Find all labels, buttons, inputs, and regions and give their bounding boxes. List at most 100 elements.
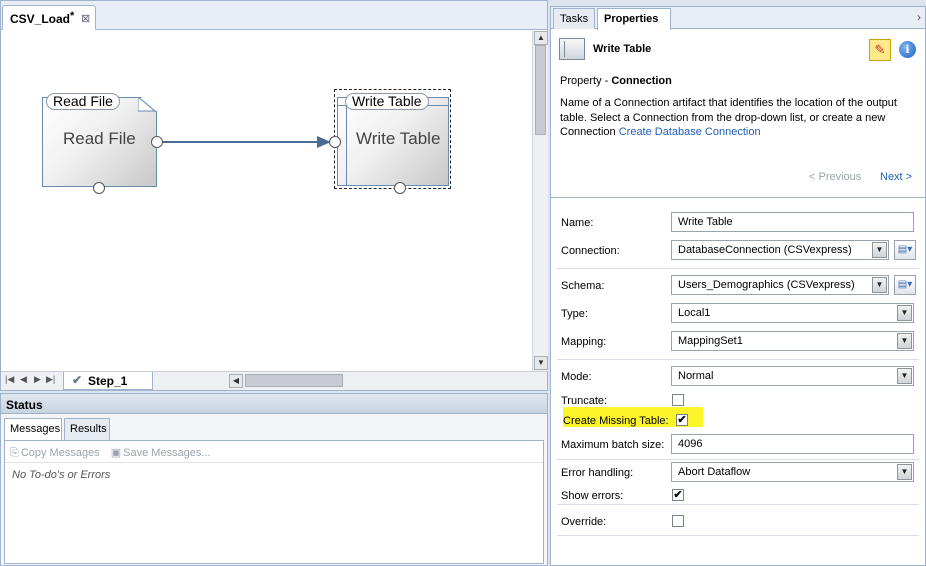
editor-tabbar: CSV_Load* ⊠ bbox=[1, 1, 547, 30]
canvas-vertical-scrollbar[interactable]: ▲ ▼ bbox=[532, 31, 548, 371]
canvas-horizontal-scrollbar[interactable]: ◀ bbox=[229, 373, 547, 389]
mapping-row: Mapping: MappingSet1 ▼ bbox=[561, 331, 916, 355]
mapping-select[interactable]: MappingSet1 ▼ bbox=[671, 331, 914, 351]
write-table-bottom-port[interactable] bbox=[394, 182, 406, 194]
next-step-icon[interactable]: ▶ bbox=[34, 374, 41, 385]
status-message: No To-do's or Errors bbox=[12, 469, 111, 481]
prev-step-icon[interactable]: ◀ bbox=[20, 374, 27, 385]
chevron-down-icon[interactable]: ▼ bbox=[897, 333, 912, 349]
name-field[interactable]: Write Table bbox=[671, 212, 914, 232]
chevron-down-icon[interactable]: ▼ bbox=[897, 464, 912, 480]
read-file-output-port[interactable] bbox=[151, 136, 163, 148]
table-icon bbox=[559, 38, 585, 60]
chevron-down-icon[interactable]: ▼ bbox=[897, 368, 912, 384]
write-table-stripe bbox=[346, 97, 347, 186]
dirty-marker: * bbox=[70, 10, 75, 22]
save-icon: ▣ bbox=[110, 447, 122, 459]
editor-panel: CSV_Load* ⊠ Read File Read File Write Ta… bbox=[0, 0, 548, 391]
tab-properties[interactable]: Properties bbox=[597, 8, 671, 30]
editor-tab-label: CSV_Load bbox=[10, 12, 71, 26]
property-prefix: Property - bbox=[560, 75, 612, 87]
max-batch-size-field[interactable]: 4096 bbox=[671, 434, 914, 454]
tab-results[interactable]: Results bbox=[64, 418, 110, 440]
override-row: Override: bbox=[561, 511, 916, 535]
truncate-label: Truncate: bbox=[561, 395, 608, 407]
save-messages-label: Save Messages... bbox=[123, 447, 211, 459]
scroll-thumb[interactable] bbox=[535, 45, 546, 135]
connection-row: Connection: DatabaseConnection (CSVexpre… bbox=[561, 240, 916, 264]
mode-label: Mode: bbox=[561, 371, 592, 383]
schema-value: Users_Demographics (CSVexpress) bbox=[678, 279, 855, 291]
scroll-down-arrow[interactable]: ▼ bbox=[534, 356, 548, 370]
property-help: Write Table ✎ i Property - Connection Na… bbox=[551, 30, 925, 198]
chevron-down-icon[interactable]: ▼ bbox=[872, 277, 887, 293]
mode-row: Mode: Normal ▼ bbox=[561, 366, 916, 390]
mode-select[interactable]: Normal ▼ bbox=[671, 366, 914, 386]
editor-tab-csv-load[interactable]: CSV_Load* ⊠ bbox=[2, 5, 96, 30]
create-missing-table-checkbox[interactable]: ✔ bbox=[676, 414, 688, 426]
previous-link[interactable]: < Previous bbox=[809, 171, 861, 183]
type-label: Type: bbox=[561, 308, 588, 320]
name-row: Name: Write Table bbox=[561, 212, 916, 236]
show-errors-checkbox[interactable]: ✔ bbox=[672, 489, 684, 501]
override-checkbox[interactable] bbox=[672, 515, 684, 527]
copy-messages-button[interactable]: ⎘ Copy Messages bbox=[10, 447, 100, 460]
schema-row: Schema: Users_Demographics (CSVexpress) … bbox=[561, 275, 916, 299]
error-handling-row: Error handling: Abort Dataflow ▼ bbox=[561, 462, 916, 486]
next-link[interactable]: Next > bbox=[880, 171, 912, 183]
chevron-right-icon[interactable]: › bbox=[917, 10, 921, 24]
write-table-node-title: Write Table bbox=[345, 93, 429, 110]
properties-panel: Tasks Properties › Write Table ✎ i Prope… bbox=[550, 6, 926, 566]
connection-select[interactable]: DatabaseConnection (CSVexpress) ▼ bbox=[671, 240, 889, 260]
component-title: Write Table bbox=[593, 43, 652, 55]
error-handling-select[interactable]: Abort Dataflow ▼ bbox=[671, 462, 914, 482]
read-file-bottom-port[interactable] bbox=[93, 182, 105, 194]
scroll-left-arrow[interactable]: ◀ bbox=[229, 374, 243, 388]
tab-messages[interactable]: Messages bbox=[4, 418, 62, 441]
scroll-up-arrow[interactable]: ▲ bbox=[534, 31, 548, 45]
copy-messages-label: Copy Messages bbox=[20, 447, 100, 459]
max-batch-size-row: Maximum batch size: 4096 bbox=[561, 434, 916, 458]
close-icon[interactable]: ⊠ bbox=[81, 12, 90, 25]
last-step-icon[interactable]: ▶| bbox=[46, 374, 55, 385]
schema-select[interactable]: Users_Demographics (CSVexpress) ▼ bbox=[671, 275, 889, 295]
type-select[interactable]: Local1 ▼ bbox=[671, 303, 914, 323]
write-table-input-port[interactable] bbox=[329, 136, 341, 148]
chevron-down-icon[interactable]: ▼ bbox=[872, 242, 887, 258]
schema-label: Schema: bbox=[561, 280, 605, 292]
property-name: Connection bbox=[611, 75, 672, 87]
dataflow-canvas[interactable]: Read File Read File Write Table Write Ta… bbox=[1, 31, 531, 371]
max-batch-size-label: Maximum batch size: bbox=[561, 439, 665, 451]
chevron-down-icon[interactable]: ▼ bbox=[897, 305, 912, 321]
mapping-label: Mapping: bbox=[561, 336, 607, 348]
type-value: Local1 bbox=[678, 307, 711, 319]
page-fold-icon bbox=[138, 97, 157, 113]
wizard-button[interactable]: ✎ bbox=[869, 39, 891, 61]
properties-tabbar: Tasks Properties › bbox=[551, 7, 925, 30]
connection-options-button[interactable]: ▤▾ bbox=[894, 240, 916, 260]
messages-pane: ⎘ Copy Messages ▣ Save Messages... No To-d… bbox=[4, 440, 544, 564]
schema-options-button[interactable]: ▤▾ bbox=[894, 275, 916, 295]
mapping-value: MappingSet1 bbox=[678, 335, 743, 347]
hscroll-thumb[interactable] bbox=[245, 374, 343, 387]
read-file-node-label: Read File bbox=[63, 129, 136, 148]
step-tab-step-1[interactable]: ✔ Step_1 bbox=[63, 372, 153, 390]
divider bbox=[557, 359, 919, 360]
write-table-node-label: Write Table bbox=[356, 129, 441, 148]
copy-icon: ⎘ bbox=[10, 447, 19, 459]
browse-icon: ▤▾ bbox=[897, 244, 913, 255]
divider bbox=[557, 459, 919, 460]
step-tab-label: Step_1 bbox=[88, 374, 128, 388]
connection-label: Connection: bbox=[561, 245, 620, 257]
property-description: Name of a Connection artifact that ident… bbox=[560, 96, 920, 140]
create-missing-table-label: Create Missing Table: bbox=[563, 415, 669, 427]
tab-tasks[interactable]: Tasks bbox=[553, 8, 595, 29]
create-database-connection-link[interactable]: Create Database Connection bbox=[619, 126, 761, 138]
info-icon[interactable]: i bbox=[899, 41, 916, 58]
save-messages-button[interactable]: ▣ Save Messages... bbox=[111, 446, 211, 459]
first-step-icon[interactable]: |◀ bbox=[5, 374, 14, 385]
messages-toolbar: ⎘ Copy Messages ▣ Save Messages... bbox=[5, 441, 543, 463]
divider bbox=[557, 268, 919, 269]
truncate-checkbox[interactable] bbox=[672, 394, 684, 406]
check-icon: ✔ bbox=[72, 373, 83, 387]
